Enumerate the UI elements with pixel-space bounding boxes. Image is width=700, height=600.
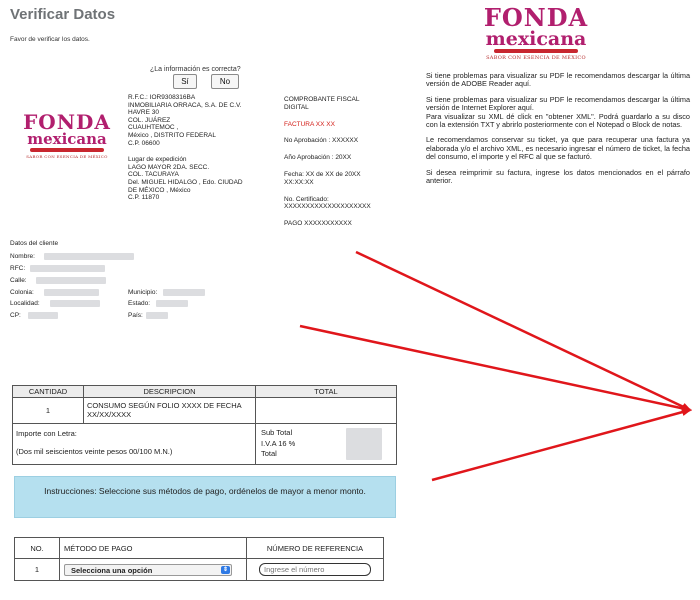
annotation-arrows	[299, 250, 692, 482]
arrow-to-comprobante	[355, 250, 692, 412]
arrow-to-instructions	[431, 408, 692, 482]
arrow-to-cliente	[299, 324, 692, 413]
